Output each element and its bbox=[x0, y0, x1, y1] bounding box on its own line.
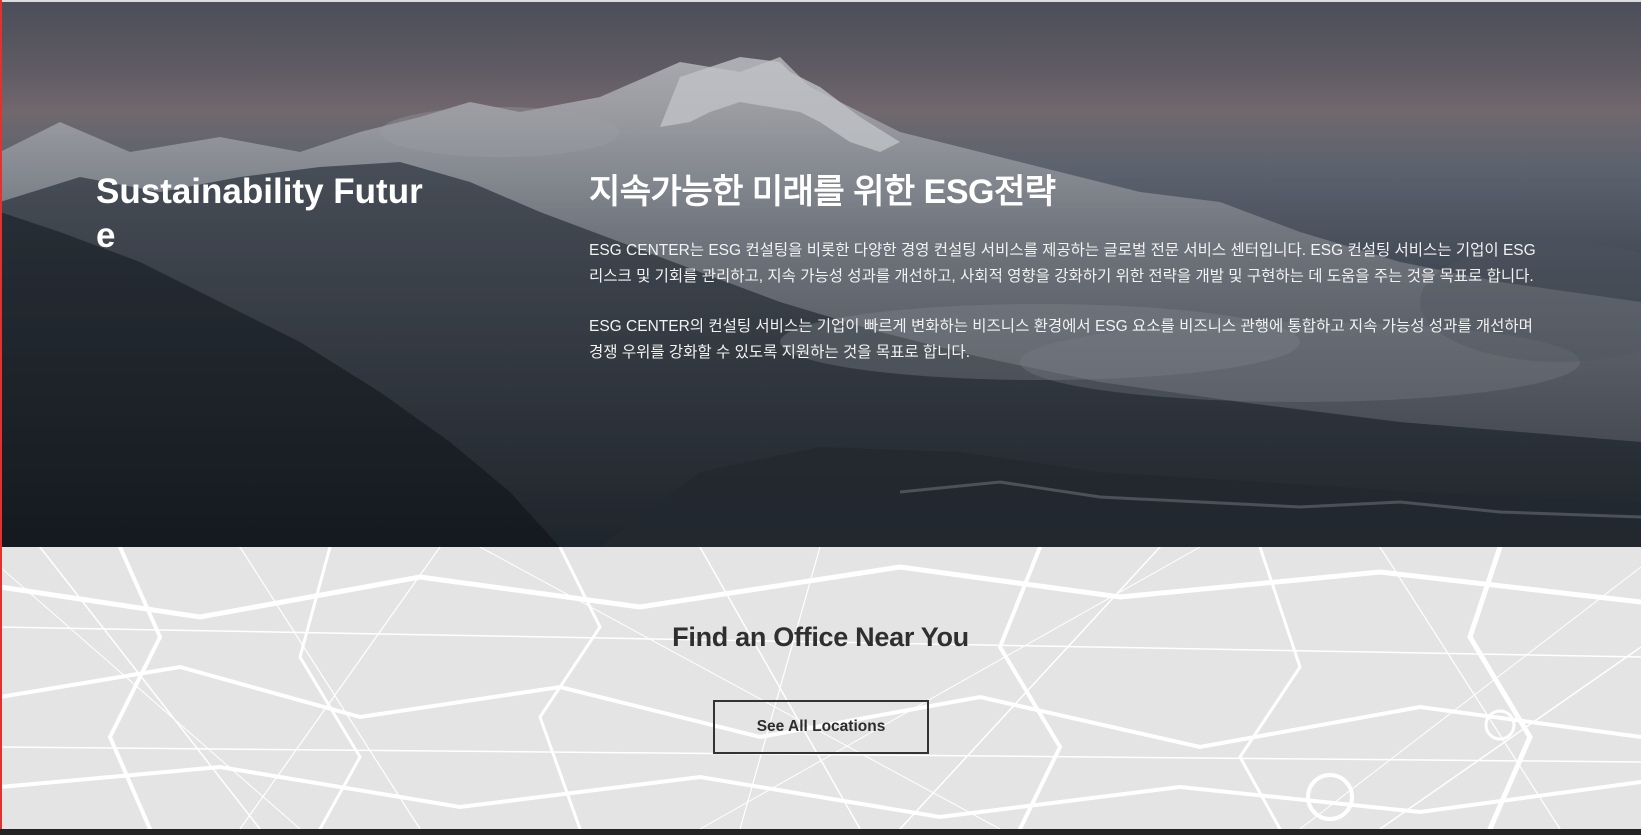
office-title: Find an Office Near You bbox=[672, 622, 969, 652]
office-locator-section: Find an Office Near You See All Location… bbox=[0, 547, 1641, 829]
hero-content: 지속가능한 미래를 위한 ESG전략 ESG CENTER는 ESG 컨설팅을 … bbox=[589, 170, 1549, 390]
hero-title: 지속가능한 미래를 위한 ESG전략 bbox=[589, 173, 1056, 211]
top-strip bbox=[0, 0, 1641, 2]
footer-bar bbox=[0, 829, 1641, 835]
hero-section: Sustainability Future 지속가능한 미래를 위한 ESG전략… bbox=[0, 2, 1641, 547]
city-map-background bbox=[0, 547, 1641, 829]
hero-heading: Sustainability Future bbox=[96, 172, 423, 255]
edge-accent bbox=[0, 0, 2, 829]
hero-paragraph-2: ESG CENTER의 컨설팅 서비스는 기업이 빠르게 변화하는 비즈니스 환… bbox=[589, 318, 1533, 361]
page: Sustainability Future 지속가능한 미래를 위한 ESG전략… bbox=[0, 0, 1641, 835]
see-all-locations-button[interactable]: See All Locations bbox=[713, 700, 929, 754]
hero-paragraph-1: ESG CENTER는 ESG 컨설팅을 비롯한 다양한 경영 컨설팅 서비스를… bbox=[589, 242, 1536, 285]
